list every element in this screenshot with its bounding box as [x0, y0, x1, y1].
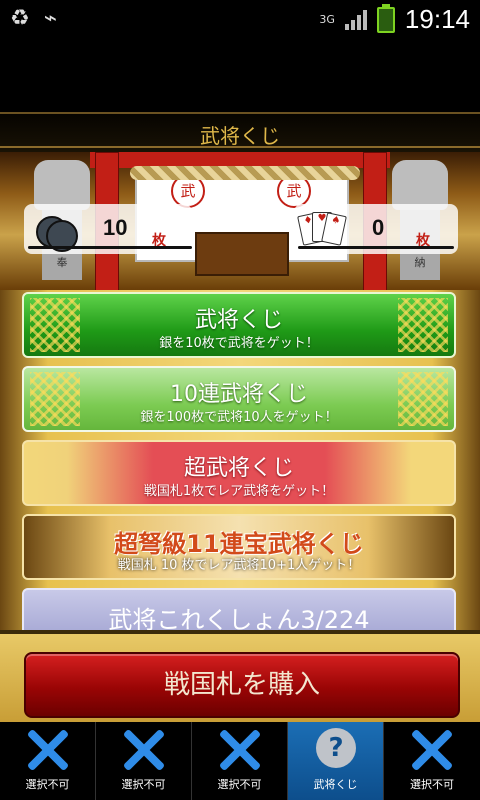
collection-button[interactable]: 武将これくしょん3/224 — [22, 588, 456, 630]
bottom-tab-bar: 選択不可 選択不可 選択不可 ? 武将くじ 選択不可 — [0, 722, 480, 800]
tab-disabled[interactable]: 選択不可 — [0, 722, 96, 800]
shrine-rope — [130, 166, 360, 180]
kuji-title: 超武将くじ — [183, 456, 294, 481]
kuji-title: 10連武将くじ — [170, 382, 308, 407]
kuji-10-button[interactable]: 10連武将くじ 銀を100枚で武将10人をゲット！ — [22, 366, 456, 432]
statue-helmet — [392, 160, 448, 210]
sengoku-count: 0 — [372, 215, 385, 240]
kuji-subtitle: 銀を10枚で武将をゲット！ — [159, 336, 319, 351]
tab-disabled[interactable]: 選択不可 — [192, 722, 288, 800]
treasure-kuji-button[interactable]: 超弩級11連宝武将くじ 戦国札 10 枚でレア武将10+1人ゲット！ — [22, 514, 456, 580]
statue-base-char: 奉 — [56, 256, 68, 269]
tab-busho-kuji[interactable]: ? 武将くじ — [288, 722, 384, 800]
sengoku-cards-icon: ♦ ♥ ♠ — [297, 210, 347, 250]
signal-icon — [344, 9, 367, 30]
status-right-icons: 3G 19:14 — [319, 3, 470, 35]
x-icon — [122, 728, 166, 772]
tab-label: 選択不可 — [410, 778, 454, 791]
title-underline — [0, 146, 480, 148]
statue-helmet — [34, 160, 90, 210]
network-type: 3G — [319, 13, 335, 26]
tab-disabled[interactable]: 選択不可 — [384, 722, 480, 800]
buy-sengoku-button[interactable]: 戦国札を購入 — [24, 652, 460, 718]
buy-area: 戦国札を購入 — [0, 630, 480, 726]
kuji-title: 武将くじ — [194, 308, 283, 333]
question-icon: ? — [316, 728, 356, 768]
kuji-button[interactable]: 武将くじ 銀を10枚で武将をゲット！ — [22, 292, 456, 358]
super-kuji-button[interactable]: 超武将くじ 戦国札1枚でレア武将をゲット！ — [22, 440, 456, 506]
x-icon — [26, 728, 70, 772]
status-left-icons: ♻ ⌁ — [10, 6, 57, 31]
status-bar: ♻ ⌁ 3G 19:14 — [0, 0, 480, 38]
tab-label: 選択不可 — [25, 778, 70, 791]
tab-label: 武将くじ — [313, 778, 358, 791]
collection-title: 武将これくしょん3/224 — [108, 606, 370, 630]
kuji-subtitle: 銀を100枚で武将10人をゲット！ — [140, 410, 338, 425]
tab-label: 選択不可 — [121, 778, 166, 791]
recycle-icon: ♻ — [10, 6, 30, 31]
tab-label: 選択不可 — [217, 778, 262, 791]
title-bar: 武将くじ — [0, 112, 480, 154]
kuji-subtitle: 戦国札1枚でレア武将をゲット！ — [143, 484, 335, 499]
silver-brush-line — [28, 246, 192, 249]
usb-icon: ⌁ — [43, 6, 57, 31]
x-icon — [410, 728, 454, 772]
silver-count: 10 — [103, 215, 128, 240]
tab-disabled[interactable]: 選択不可 — [96, 722, 192, 800]
status-clock: 19:14 — [404, 4, 470, 34]
page-title: 武将くじ — [200, 124, 280, 148]
battery-icon — [376, 3, 395, 33]
kuji-subtitle: 戦国札 10 枚でレア武将10+1人ゲット！ — [117, 558, 361, 573]
silver-coin-icon — [36, 210, 78, 252]
x-icon — [218, 728, 262, 772]
offering-box — [195, 232, 289, 276]
statue-base-char: 納 — [414, 256, 426, 269]
kuji-list[interactable]: 武将くじ 銀を10枚で武将をゲット！ 10連武将くじ 銀を100枚で武将10人を… — [0, 290, 480, 630]
sengoku-brush-line — [298, 246, 454, 249]
